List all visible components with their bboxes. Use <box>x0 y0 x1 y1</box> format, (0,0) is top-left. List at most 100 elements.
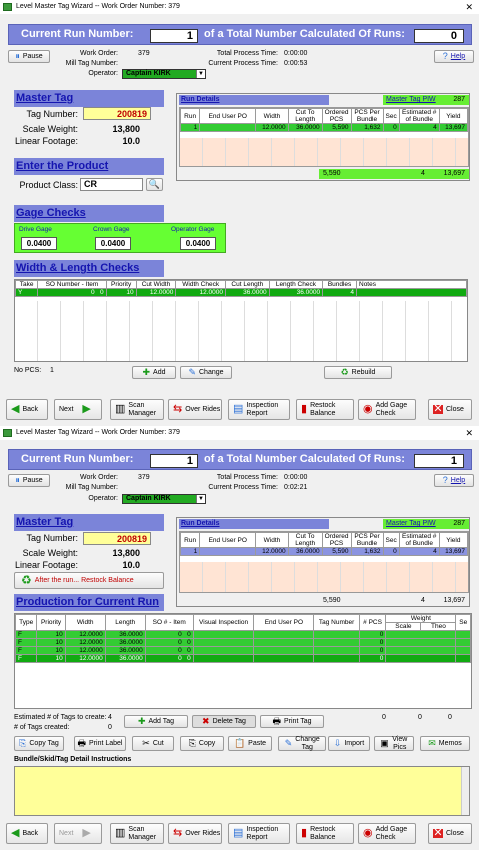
width-length-heading: Width & Length Checks <box>14 260 164 277</box>
printer-icon: 🖶 <box>77 738 87 748</box>
report-icon: ▤ <box>233 403 244 415</box>
help-button[interactable]: ? Help <box>434 474 474 487</box>
table-row[interactable]: 1 12.0000 36.0000 5,590 1,632 0 4 13,697 <box>180 123 468 132</box>
import-button[interactable]: ⇩ Import <box>328 736 370 751</box>
tag-number-field[interactable]: 200819 <box>83 107 151 120</box>
delete-tag-button[interactable]: ✖ Delete Tag <box>192 715 256 728</box>
est-tags-value: 4 <box>108 714 112 721</box>
barcode-icon: ▥ <box>115 827 126 839</box>
add-button[interactable]: ✚ Add <box>132 366 176 379</box>
table-row[interactable]: F 10 12.0000 36.0000 0 00 <box>14 630 471 639</box>
total-runs-label: of a Total Number Calculated Of Runs: <box>204 28 405 40</box>
operator-select[interactable]: Captain KIRK ▼ <box>122 494 206 504</box>
restock-balance-button[interactable]: ▮ Restock Balance <box>296 823 354 844</box>
paste-button[interactable]: 📋 Paste <box>228 736 272 751</box>
restock-balance-note-button[interactable]: ♻ After the run... Restock Balance <box>14 572 164 589</box>
rebuild-button[interactable]: ♻ Rebuild <box>324 366 392 379</box>
over-rides-button[interactable]: ⇆ Over Rides <box>168 399 222 420</box>
next-button[interactable]: Next ▶ <box>54 823 102 844</box>
instructions-textarea[interactable] <box>14 766 470 816</box>
tag-number-field[interactable]: 200819 <box>83 532 151 545</box>
add-tag-button[interactable]: ✚ Add Tag <box>124 715 188 728</box>
wizard-window-2: Level Master Tag Wizard -- Work Order Nu… <box>0 426 479 850</box>
mill-tag-label: Mill Tag Number: <box>65 60 118 67</box>
pause-button[interactable]: ⏸ Pause <box>8 474 50 487</box>
add-gage-check-button[interactable]: ◉ Add Gage Check <box>358 823 416 844</box>
run-details-totals: 5,590 4 13,697 <box>323 597 465 604</box>
next-button[interactable]: Next ▶ <box>54 399 102 420</box>
view-pics-button[interactable]: ▣ View Pics <box>374 736 414 751</box>
table-header-row: Run End User PO Width Cut To Length Ordered … <box>180 108 468 124</box>
table-row[interactable]: Y 0 0 10 12.0000 12.0000 36.0000 36.0000… <box>14 288 467 297</box>
change-button[interactable]: ✎ Change <box>180 366 232 379</box>
operator-select[interactable]: Captain KIRK ▼ <box>122 69 206 79</box>
recycle-icon: ♻ <box>340 367 349 377</box>
work-order-value: 379 <box>138 50 150 57</box>
product-search-button[interactable]: 🔍 <box>146 178 163 191</box>
linear-footage-value: 10.0 <box>122 560 140 570</box>
barcode-icon: ▥ <box>115 403 126 415</box>
scan-manager-button[interactable]: ▥ Scan Manager <box>110 823 164 844</box>
tags-created-label: # of Tags created: <box>14 724 70 731</box>
print-label-button[interactable]: 🖶 Print Label <box>74 736 126 751</box>
master-tag-heading: Master Tag <box>14 514 164 531</box>
add-gage-check-button[interactable]: ◉ Add Gage Check <box>358 399 416 420</box>
sum-theo: 0 <box>448 714 452 721</box>
delete-icon: ✖ <box>202 716 210 726</box>
tag-number-label: Tag Number: <box>26 109 78 119</box>
crown-gage-field[interactable]: 0.0400 <box>95 237 131 250</box>
current-process-time: 0:02:21 <box>284 484 308 491</box>
inspection-report-button[interactable]: ▤ Inspection Report <box>228 823 290 844</box>
table-header-row: Run End User PO Width Cut To Length Ordered … <box>180 532 468 548</box>
operator-label: Operator: <box>88 495 118 502</box>
close-window-icon[interactable]: ✕ <box>465 0 473 14</box>
table-row[interactable]: 1 12.0000 36.0000 5,590 1,632 0 4 13,697 <box>180 547 468 556</box>
scale-weight-label: Scale Weight: <box>22 124 78 134</box>
operator-label: Operator: <box>88 70 118 77</box>
table-row[interactable]: F 10 12.0000 36.0000 0 00 <box>14 646 471 655</box>
copy-button[interactable]: ⎘ Copy <box>180 736 224 751</box>
drive-gage-field[interactable]: 0.0400 <box>21 237 57 250</box>
width-length-table[interactable]: Take SO Number - Item Priority Cut Width Wid… <box>14 279 468 362</box>
memos-button[interactable]: ✉ Memos <box>420 736 470 751</box>
restock-balance-button[interactable]: ▮ Restock Balance <box>296 399 354 420</box>
next-arrow-icon: ▶ <box>82 827 91 839</box>
table-row[interactable]: F 10 12.0000 36.0000 0 00 <box>14 638 471 647</box>
app-icon <box>3 3 12 11</box>
run-details-table[interactable]: Run End User PO Width Cut To Length Ordered … <box>179 107 469 167</box>
inspection-report-button[interactable]: ▤ Inspection Report <box>228 399 290 420</box>
tags-created-value: 0 <box>108 724 112 731</box>
scale-weight-value: 13,800 <box>112 124 140 134</box>
scan-manager-button[interactable]: ▥ Scan Manager <box>110 399 164 420</box>
close-window-icon[interactable]: ✕ <box>465 426 473 440</box>
table-row[interactable]: F 10 12.0000 36.0000 0 00 <box>14 654 471 663</box>
plus-icon: ✚ <box>137 716 146 726</box>
over-rides-button[interactable]: ⇆ Over Rides <box>168 823 222 844</box>
import-icon: ⇩ <box>333 738 342 748</box>
table-header-row: Take SO Number - Item Priority Cut Width Wid… <box>14 280 467 289</box>
back-button[interactable]: ◀ Back <box>6 399 48 420</box>
help-button[interactable]: ? Help <box>434 50 474 63</box>
memo-icon: ✉ <box>428 738 436 748</box>
current-process-time-label: Current Process Time: <box>208 60 278 67</box>
linear-footage-label: Linear Footage: <box>14 136 78 146</box>
run-details-table[interactable]: Run End User PO Width Cut To Length Ordered … <box>179 531 469 593</box>
production-table[interactable]: Type Priority Width Length SO # - Item Visual… <box>14 613 472 709</box>
copy-tag-button[interactable]: ⎘ Copy Tag <box>14 736 64 751</box>
product-class-field[interactable]: CR <box>80 178 143 191</box>
plus-icon: ✚ <box>142 367 151 377</box>
cut-button[interactable]: ✂ Cut <box>132 736 174 751</box>
work-order-label: Work Order: <box>80 50 118 57</box>
print-tag-button[interactable]: 🖶 Print Tag <box>260 715 324 728</box>
change-tag-button[interactable]: ✎ Change Tag <box>278 736 326 751</box>
edit-icon: ✎ <box>188 367 196 377</box>
close-button[interactable]: ✕ Close <box>428 399 472 420</box>
scrollbar[interactable] <box>461 767 469 815</box>
recycle-icon: ♻ <box>21 573 32 587</box>
pause-button[interactable]: ⏸ Pause <box>8 50 50 63</box>
operator-gage-field[interactable]: 0.0400 <box>180 237 216 250</box>
close-button[interactable]: ✕ Close <box>428 823 472 844</box>
edit-icon: ✎ <box>284 738 293 748</box>
printer-icon: 🖶 <box>272 716 282 726</box>
back-button[interactable]: ◀ Back <box>6 823 48 844</box>
